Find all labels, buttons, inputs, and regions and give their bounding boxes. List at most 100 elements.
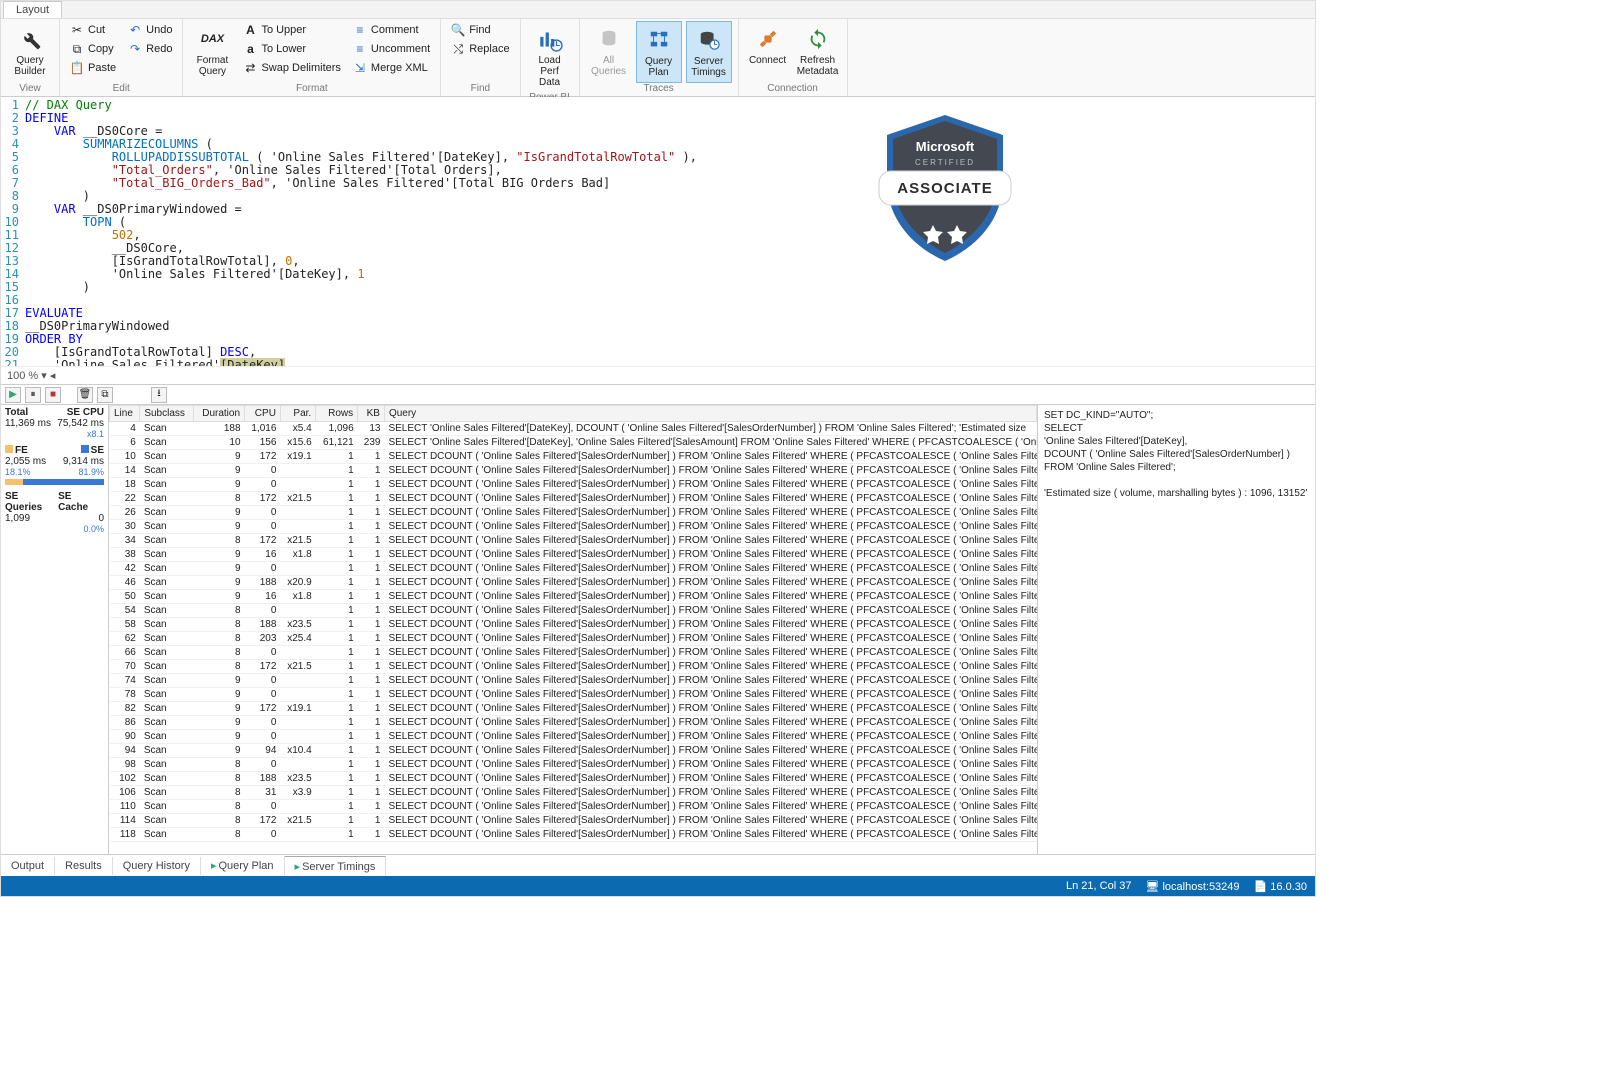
format-query-button[interactable]: DAX Format Query bbox=[189, 21, 235, 81]
copy-trace-button[interactable]: ⧉ bbox=[97, 387, 113, 403]
uncomment-button[interactable]: ≡Uncomment bbox=[349, 40, 434, 58]
table-row[interactable]: 50Scan916x1.811SELECT DCOUNT ( 'Online S… bbox=[110, 590, 1037, 604]
refresh-metadata-button[interactable]: Refresh Metadata bbox=[795, 21, 841, 81]
copy-icon: ⧉ bbox=[70, 42, 84, 56]
clear-button[interactable]: 🗑 bbox=[77, 387, 93, 403]
cursor-pos: Ln 21, Col 37 bbox=[1066, 880, 1131, 892]
table-row[interactable]: 6Scan10156x15.661,121239SELECT 'Online S… bbox=[110, 436, 1037, 450]
table-row[interactable]: 54Scan8011SELECT DCOUNT ( 'Online Sales … bbox=[110, 604, 1037, 618]
undo-icon: ↶ bbox=[128, 23, 142, 37]
query-builder-button[interactable]: Query Builder bbox=[7, 21, 53, 81]
find-button[interactable]: 🔍Find bbox=[447, 21, 513, 39]
wrench-icon bbox=[16, 25, 44, 53]
plug-icon bbox=[754, 25, 782, 53]
export-button[interactable]: ⭳ bbox=[151, 387, 167, 403]
replace-icon: ⤭ bbox=[451, 42, 465, 56]
code-editor[interactable]: 123456789101112131415161718192021 // DAX… bbox=[1, 97, 1315, 366]
table-row[interactable]: 46Scan9188x20.911SELECT DCOUNT ( 'Online… bbox=[110, 576, 1037, 590]
table-row[interactable]: 110Scan8011SELECT DCOUNT ( 'Online Sales… bbox=[110, 800, 1037, 814]
tab-server-timings[interactable]: ▸Server Timings bbox=[285, 856, 387, 876]
paste-button[interactable]: 📋Paste bbox=[66, 59, 120, 77]
replace-button[interactable]: ⤭Replace bbox=[447, 40, 513, 58]
db-icon bbox=[595, 25, 623, 53]
query-plan-button[interactable]: Query Plan bbox=[636, 21, 682, 83]
play-button[interactable]: ▶ bbox=[5, 387, 21, 403]
stats-panel: TotalSE CPU 11,369 ms75,542 ms x8.1 FESE… bbox=[1, 405, 109, 854]
table-row[interactable]: 18Scan9011SELECT DCOUNT ( 'Online Sales … bbox=[110, 478, 1037, 492]
to-lower-button[interactable]: aTo Lower bbox=[239, 40, 344, 58]
swap-icon: ⇄ bbox=[243, 61, 257, 75]
line-gutter: 123456789101112131415161718192021 bbox=[1, 97, 23, 366]
se-cpu-ms: 75,542 ms bbox=[57, 418, 104, 429]
comment-button[interactable]: ≡Comment bbox=[349, 21, 434, 39]
undo-button[interactable]: ↶Undo bbox=[124, 21, 176, 39]
table-row[interactable]: 90Scan9011SELECT DCOUNT ( 'Online Sales … bbox=[110, 730, 1037, 744]
search-icon: 🔍 bbox=[451, 23, 465, 37]
pause-button[interactable]: ⏸ bbox=[25, 387, 41, 403]
comment-icon: ≡ bbox=[353, 23, 367, 37]
scissors-icon: ✂ bbox=[70, 23, 84, 37]
table-row[interactable]: 14Scan9011SELECT DCOUNT ( 'Online Sales … bbox=[110, 464, 1037, 478]
swap-delim-button[interactable]: ⇄Swap Delimiters bbox=[239, 59, 344, 77]
table-row[interactable]: 66Scan8011SELECT DCOUNT ( 'Online Sales … bbox=[110, 646, 1037, 660]
tab-output[interactable]: Output bbox=[1, 857, 55, 875]
version-label: 📄 16.0.30 bbox=[1254, 880, 1307, 893]
trace-grid[interactable]: LineSubclassDurationCPUPar.RowsKBQuery 4… bbox=[109, 405, 1037, 854]
table-row[interactable]: 106Scan831x3.911SELECT DCOUNT ( 'Online … bbox=[110, 786, 1037, 800]
tab-results[interactable]: Results bbox=[55, 857, 113, 875]
code-lines: // DAX QueryDEFINE VAR __DS0Core = SUMMA… bbox=[25, 99, 1315, 366]
table-row[interactable]: 4Scan1881,016x5.41,09613SELECT 'Online S… bbox=[110, 422, 1037, 436]
stop-button[interactable]: ■ bbox=[45, 387, 61, 403]
table-row[interactable]: 86Scan9011SELECT DCOUNT ( 'Online Sales … bbox=[110, 716, 1037, 730]
tab-strip: Layout bbox=[1, 1, 1315, 19]
status-bar: Ln 21, Col 37 🖥 localhost:53249 📄 16.0.3… bbox=[1, 876, 1315, 896]
refresh-icon bbox=[804, 25, 832, 53]
plan-icon bbox=[645, 26, 673, 54]
table-row[interactable]: 38Scan916x1.811SELECT DCOUNT ( 'Online S… bbox=[110, 548, 1037, 562]
copy-button[interactable]: ⧉Copy bbox=[66, 40, 120, 58]
tab-layout[interactable]: Layout bbox=[3, 1, 62, 18]
group-view-label: View bbox=[7, 83, 53, 96]
table-row[interactable]: 10Scan9172x19.111SELECT DCOUNT ( 'Online… bbox=[110, 450, 1037, 464]
table-row[interactable]: 82Scan9172x19.111SELECT DCOUNT ( 'Online… bbox=[110, 702, 1037, 716]
group-connection-label: Connection bbox=[745, 83, 841, 96]
zoom-label[interactable]: 100 % ▾ ◂ bbox=[1, 366, 1315, 384]
table-row[interactable]: 98Scan8011SELECT DCOUNT ( 'Online Sales … bbox=[110, 758, 1037, 772]
badge-assoc: ASSOCIATE bbox=[897, 180, 992, 197]
table-row[interactable]: 118Scan8011SELECT DCOUNT ( 'Online Sales… bbox=[110, 828, 1037, 842]
table-row[interactable]: 34Scan8172x21.511SELECT DCOUNT ( 'Online… bbox=[110, 534, 1037, 548]
ms-certified-badge: Microsoft CERTIFIED ASSOCIATE bbox=[865, 107, 1025, 267]
table-row[interactable]: 42Scan9011SELECT DCOUNT ( 'Online Sales … bbox=[110, 562, 1037, 576]
load-perf-button[interactable]: Load Perf Data bbox=[527, 21, 573, 92]
query-detail: SET DC_KIND="AUTO";SELECT'Online Sales F… bbox=[1037, 405, 1315, 854]
table-row[interactable]: 78Scan9011SELECT DCOUNT ( 'Online Sales … bbox=[110, 688, 1037, 702]
bottom-tab-strip: Output Results Query History ▸Query Plan… bbox=[1, 854, 1315, 876]
merge-xml-button[interactable]: ⇲Merge XML bbox=[349, 59, 434, 77]
editor-pane: 123456789101112131415161718192021 // DAX… bbox=[1, 97, 1315, 385]
table-row[interactable]: 70Scan8172x21.511SELECT DCOUNT ( 'Online… bbox=[110, 660, 1037, 674]
to-upper-button[interactable]: ATo Upper bbox=[239, 21, 344, 39]
table-row[interactable]: 114Scan8172x21.511SELECT DCOUNT ( 'Onlin… bbox=[110, 814, 1037, 828]
server-timings-button[interactable]: Server Timings bbox=[686, 21, 732, 83]
group-edit-label: Edit bbox=[66, 83, 176, 96]
table-row[interactable]: 102Scan8188x23.511SELECT DCOUNT ( 'Onlin… bbox=[110, 772, 1037, 786]
table-row[interactable]: 22Scan8172x21.511SELECT DCOUNT ( 'Online… bbox=[110, 492, 1037, 506]
table-row[interactable]: 58Scan8188x23.511SELECT DCOUNT ( 'Online… bbox=[110, 618, 1037, 632]
tab-query-plan[interactable]: ▸Query Plan bbox=[201, 856, 285, 875]
table-row[interactable]: 26Scan9011SELECT DCOUNT ( 'Online Sales … bbox=[110, 506, 1037, 520]
merge-icon: ⇲ bbox=[353, 61, 367, 75]
trace-toolbar: ▶ ⏸ ■ 🗑 ⧉ ⭳ bbox=[1, 385, 1315, 405]
all-queries-button[interactable]: All Queries bbox=[586, 21, 632, 81]
redo-button[interactable]: ↷Redo bbox=[124, 40, 176, 58]
tab-query-history[interactable]: Query History bbox=[113, 857, 201, 875]
table-row[interactable]: 62Scan8203x25.411SELECT DCOUNT ( 'Online… bbox=[110, 632, 1037, 646]
badge-top: Microsoft bbox=[916, 139, 975, 154]
table-row[interactable]: 94Scan994x10.411SELECT DCOUNT ( 'Online … bbox=[110, 744, 1037, 758]
table-row[interactable]: 30Scan9011SELECT DCOUNT ( 'Online Sales … bbox=[110, 520, 1037, 534]
table-row[interactable]: 74Scan9011SELECT DCOUNT ( 'Online Sales … bbox=[110, 674, 1037, 688]
group-find-label: Find bbox=[447, 83, 513, 96]
connection-status: 🖥 localhost:53249 bbox=[1145, 880, 1239, 893]
connect-button[interactable]: Connect bbox=[745, 21, 791, 70]
total-ms: 11,369 ms bbox=[5, 418, 51, 429]
cut-button[interactable]: ✂Cut bbox=[66, 21, 120, 39]
